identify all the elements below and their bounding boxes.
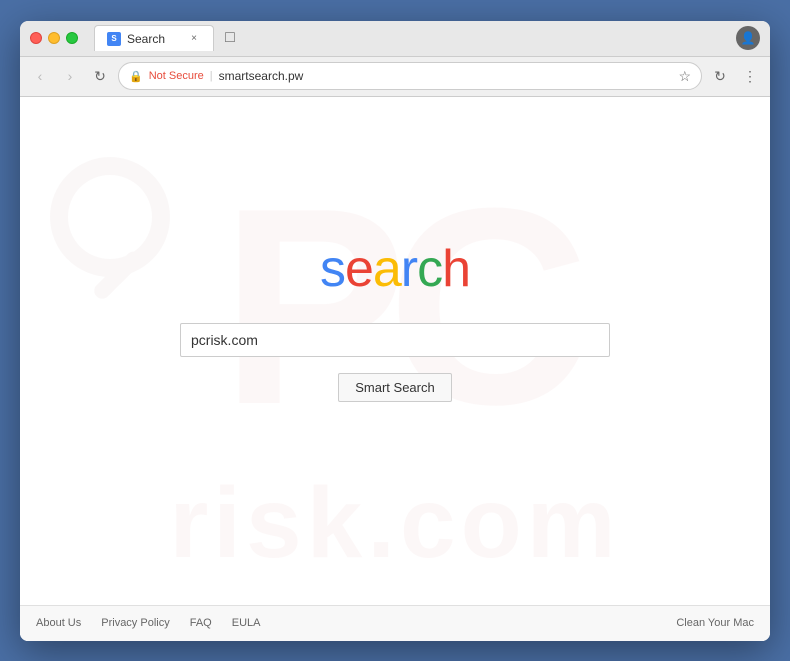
- search-input[interactable]: [180, 323, 610, 357]
- traffic-lights: [30, 32, 78, 44]
- maximize-button[interactable]: [66, 32, 78, 44]
- active-tab[interactable]: S Search ×: [94, 25, 214, 51]
- tab-close-button[interactable]: ×: [187, 32, 201, 46]
- logo-a: a: [373, 240, 401, 298]
- footer-about-us[interactable]: About Us: [36, 617, 81, 629]
- logo-e: e: [345, 240, 373, 298]
- browser-window: S Search × □ 👤 ‹ › ↻ 🔒 Not Secure | smar…: [20, 21, 770, 641]
- url-divider: |: [210, 70, 213, 82]
- url-text: smartsearch.pw: [219, 69, 673, 83]
- logo-c: c: [417, 240, 442, 298]
- close-button[interactable]: [30, 32, 42, 44]
- title-bar: S Search × □ 👤: [20, 21, 770, 57]
- back-button[interactable]: ‹: [28, 64, 52, 88]
- search-logo: search: [320, 239, 470, 299]
- footer-faq[interactable]: FAQ: [190, 617, 212, 629]
- logo-s: s: [320, 240, 345, 298]
- back-icon: ‹: [38, 68, 43, 84]
- tab-area: S Search × □: [94, 25, 728, 51]
- footer-eula[interactable]: EULA: [232, 617, 261, 629]
- account-icon[interactable]: 👤: [736, 26, 760, 50]
- forward-icon: ›: [68, 68, 73, 84]
- address-bar[interactable]: 🔒 Not Secure | smartsearch.pw ☆: [118, 62, 702, 90]
- page-content: PC risk.com search Smart Search About Us…: [20, 97, 770, 641]
- logo-r: r: [401, 240, 417, 298]
- not-secure-label: Not Secure: [149, 70, 204, 82]
- smart-search-button[interactable]: Smart Search: [338, 373, 451, 402]
- menu-icon: ⋮: [743, 68, 757, 85]
- search-area: search Smart Search: [20, 97, 770, 605]
- reload-button[interactable]: ↻: [88, 64, 112, 88]
- forward-button[interactable]: ›: [58, 64, 82, 88]
- reload-icon: ↻: [94, 68, 106, 85]
- page-footer: About Us Privacy Policy FAQ EULA Clean Y…: [20, 605, 770, 641]
- lock-icon: 🔒: [129, 70, 143, 83]
- reload-right-icon: ↻: [714, 68, 726, 85]
- bookmark-icon[interactable]: ☆: [678, 68, 691, 85]
- logo-h: h: [442, 240, 470, 298]
- menu-button[interactable]: ⋮: [738, 64, 762, 88]
- footer-privacy-policy[interactable]: Privacy Policy: [101, 617, 169, 629]
- tab-favicon: S: [107, 32, 121, 46]
- tab-title: Search: [127, 32, 165, 46]
- search-input-container: [180, 323, 610, 357]
- nav-bar: ‹ › ↻ 🔒 Not Secure | smartsearch.pw ☆ ↻ …: [20, 57, 770, 97]
- minimize-button[interactable]: [48, 32, 60, 44]
- reload-right-button[interactable]: ↻: [708, 64, 732, 88]
- footer-clean-mac[interactable]: Clean Your Mac: [676, 617, 754, 629]
- new-tab-button[interactable]: □: [218, 26, 242, 50]
